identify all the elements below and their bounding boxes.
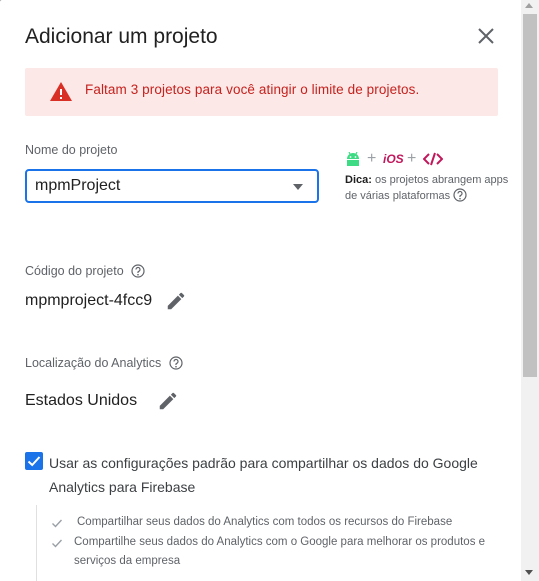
platform-tip: Dica: os projetos abrangem apps de vária… <box>345 172 515 204</box>
analytics-location-value: Estados Unidos <box>25 392 138 409</box>
plus-sign: + <box>367 150 377 167</box>
close-button[interactable] <box>474 24 498 48</box>
android-icon <box>347 152 359 166</box>
project-code-value: mpmproject-4fcc9 <box>25 292 153 309</box>
project-code-label-text: Código do projeto <box>25 264 124 278</box>
analytics-sharing-label[interactable]: Usar as configurações padrão para compar… <box>49 451 499 499</box>
dialog-title: Adicionar um projeto <box>25 25 218 48</box>
help-icon[interactable] <box>453 188 467 202</box>
add-project-dialog: Adicionar um projeto Faltam 3 projetos p… <box>0 0 521 581</box>
scroll-up-arrow-icon[interactable] <box>525 3 533 8</box>
help-icon[interactable] <box>131 264 145 278</box>
sharing-detail-item: Compartilhe seus dados do Analytics com … <box>74 536 486 567</box>
sharing-detail-item: Compartilhar seus dados do Analytics com… <box>77 516 453 528</box>
warning-icon <box>50 82 72 101</box>
project-name-label: Nome do projeto <box>25 143 118 157</box>
warning-text: Faltam 3 projetos para você atingir o li… <box>85 82 420 97</box>
checkmark-icon <box>27 456 41 467</box>
pencil-icon <box>167 292 185 310</box>
check-icon <box>52 519 63 528</box>
analytics-location-label-text: Localização do Analytics <box>25 356 162 370</box>
check-icon <box>52 539 63 548</box>
sharing-details: Compartilhar seus dados do Analytics com… <box>36 505 521 581</box>
project-code-label: Código do projeto <box>25 264 145 278</box>
project-limit-warning: Faltam 3 projetos para você atingir o li… <box>25 68 498 116</box>
edit-project-code-button[interactable] <box>165 290 187 312</box>
analytics-sharing-checkbox[interactable] <box>25 452 43 470</box>
analytics-location-label: Localização do Analytics <box>25 356 183 370</box>
help-icon[interactable] <box>169 356 183 370</box>
edit-analytics-location-button[interactable] <box>157 390 179 412</box>
close-icon <box>478 28 494 44</box>
plus-sign: + <box>407 150 417 167</box>
project-name-field[interactable] <box>25 169 319 203</box>
web-code-icon <box>423 152 443 166</box>
scroll-down-arrow-icon[interactable] <box>525 570 533 575</box>
scrollbar-thumb[interactable] <box>523 14 537 377</box>
ios-icon: iOS <box>383 152 404 166</box>
tip-label: Dica: <box>345 174 372 186</box>
project-name-input[interactable] <box>35 175 285 197</box>
dropdown-caret-icon[interactable] <box>291 182 305 192</box>
pencil-icon <box>159 392 177 410</box>
